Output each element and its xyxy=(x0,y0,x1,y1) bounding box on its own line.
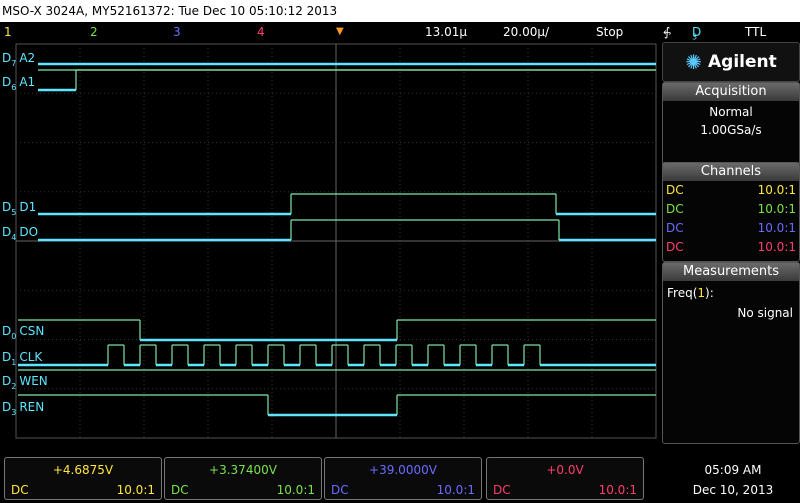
channel-row[interactable]: DC 10.0:1 xyxy=(663,200,799,219)
acquisition-mode: Normal xyxy=(709,105,753,119)
acquisition-header: Acquisition xyxy=(663,83,799,101)
channel-coupling: DC xyxy=(666,202,684,216)
channel-offset: +39.0000V xyxy=(369,463,437,477)
channel-probe: 10.0:1 xyxy=(598,483,637,497)
window-title: MSO-X 3024A, MY52161372: Tue Dec 10 05:1… xyxy=(0,0,800,22)
channel-4-softkey[interactable]: +0.0V DC 10.0:1 xyxy=(486,457,644,500)
side-panel: ✺ Agilent Acquisition Normal 1.00GSa/s C… xyxy=(660,42,800,444)
run-state: Stop xyxy=(596,25,624,39)
freq-label: Freq(1): xyxy=(667,286,714,300)
measurements-header: Measurements xyxy=(663,263,799,281)
channel-probe: 10.0:1 xyxy=(757,202,796,216)
channel-3-indicator[interactable]: 3 xyxy=(173,22,181,42)
timebase-readout[interactable]: 20.00µ/ xyxy=(503,22,549,42)
trigger-position-icon: ▼ xyxy=(336,26,344,37)
channel-4-indicator[interactable]: 4 xyxy=(257,22,265,42)
channel-probe: 10.0:1 xyxy=(276,483,315,497)
channel-row[interactable]: DC 10.0:1 xyxy=(663,181,799,200)
clock: 05:09 AM Dec 10, 2013 xyxy=(668,460,798,500)
channel-1-indicator[interactable]: 1 xyxy=(4,22,12,42)
channel-row[interactable]: DC 10.0:1 xyxy=(663,219,799,238)
rising-edge-icon: ⨗ xyxy=(664,25,671,39)
channel-1-softkey[interactable]: +4.6875V DC 10.0:1 xyxy=(4,457,162,500)
trigger-level: TTL xyxy=(745,25,767,39)
channel-coupling: DC xyxy=(666,221,684,235)
clock-time: 05:09 AM xyxy=(704,463,762,477)
channels-panel[interactable]: Channels DC 10.0:1 DC 10.0:1 DC 10.0:1 DC 10.0:… xyxy=(662,162,800,262)
status-bar: 1 2 3 4 ▼ 13.01µ 20.00µ/ Stop ⨗ D3 TTL xyxy=(0,22,800,42)
clock-date: Dec 10, 2013 xyxy=(692,483,774,497)
brand-name: Agilent xyxy=(708,52,777,72)
channel-coupling: DC xyxy=(11,483,29,497)
channel-rows: DC 10.0:1 DC 10.0:1 DC 10.0:1 DC 10.0:1 xyxy=(663,181,799,257)
agilent-logo: ✺ Agilent xyxy=(662,42,800,82)
channel-coupling: DC xyxy=(666,240,684,254)
channel-2-softkey[interactable]: +3.37400V DC 10.0:1 xyxy=(164,457,322,500)
channel-offset: +3.37400V xyxy=(209,463,277,477)
channel-coupling: DC xyxy=(666,183,684,197)
channel-probe: 10.0:1 xyxy=(757,221,796,235)
channel-3-softkey[interactable]: +39.0000V DC 10.0:1 xyxy=(324,457,482,500)
channel-probe: 10.0:1 xyxy=(116,483,155,497)
spark-icon: ✺ xyxy=(685,50,702,74)
channel-offset: +0.0V xyxy=(546,463,584,477)
channel-probe: 10.0:1 xyxy=(757,240,796,254)
channels-header: Channels xyxy=(663,163,799,181)
channel-2-indicator[interactable]: 2 xyxy=(90,22,98,42)
channel-offset: +4.6875V xyxy=(52,463,114,477)
display-background xyxy=(0,42,660,442)
waveform-display[interactable]: D7 A2D6 A1D5 D1D4 DOD0 CSND1 CLKD2 WEND3 REN xyxy=(0,42,660,442)
channel-probe: 10.0:1 xyxy=(436,483,475,497)
channel-coupling: DC xyxy=(331,483,349,497)
acquisition-panel[interactable]: Acquisition Normal 1.00GSa/s xyxy=(662,82,800,166)
freq-value: No signal xyxy=(737,306,793,320)
sample-rate: 1.00GSa/s xyxy=(700,123,762,137)
measurements-panel[interactable]: Measurements Freq(1): No signal xyxy=(662,262,800,444)
channel-coupling: DC xyxy=(493,483,511,497)
channel-row[interactable]: DC 10.0:1 xyxy=(663,238,799,257)
channel-coupling: DC xyxy=(171,483,189,497)
delay-readout[interactable]: 13.01µ xyxy=(425,22,467,42)
channel-probe: 10.0:1 xyxy=(757,183,796,197)
